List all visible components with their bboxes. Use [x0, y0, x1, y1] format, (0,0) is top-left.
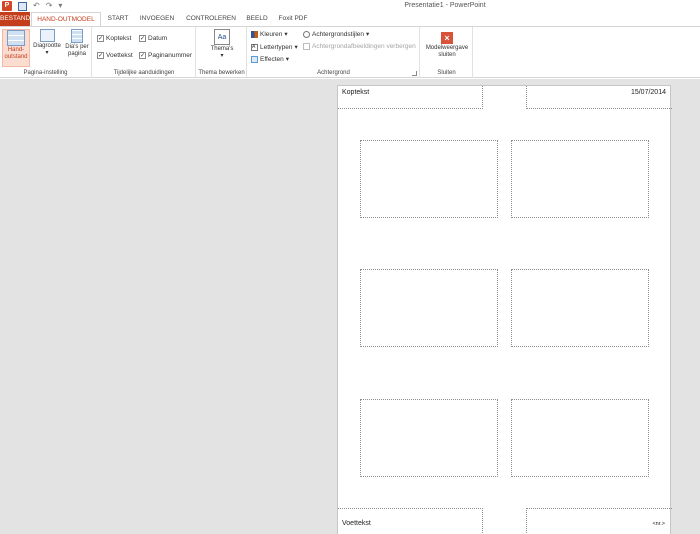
- group-placeholders: ✓ Koptekst ✓ Datum ✓ Voettekst ✓ Paginanumme…: [93, 27, 196, 78]
- handout-orientation-label: Hand- outstand: [4, 47, 28, 60]
- slide-size-button[interactable]: Diagrootte ▾: [32, 29, 62, 57]
- slide-placeholder-1[interactable]: [360, 140, 498, 218]
- colors-button[interactable]: Kleuren ▾: [251, 30, 288, 38]
- effects-label: Effecten: [260, 55, 284, 63]
- tab-review[interactable]: CONTROLEREN: [183, 12, 239, 26]
- close-icon: ×: [441, 32, 453, 44]
- slide-placeholder-6[interactable]: [511, 399, 649, 477]
- themes-button[interactable]: Aa Thema's ▾: [205, 29, 239, 60]
- ribbon-tabs: BESTAND HAND-OUTMODEL START INVOEGEN CON…: [0, 12, 700, 27]
- fonts-label: Lettertypen: [260, 43, 293, 51]
- checkbox-box: [303, 43, 310, 50]
- themes-label: Thema's: [210, 46, 234, 52]
- tab-file[interactable]: BESTAND: [0, 12, 30, 26]
- fonts-button[interactable]: A Lettertypen ▾: [251, 43, 298, 51]
- date-checkbox-label: Datum: [148, 35, 168, 42]
- group-label-placeholders: Tijdelijke aanduidingen: [113, 70, 175, 76]
- date-text: 15/07/2014: [630, 89, 666, 96]
- effects-button[interactable]: Effecten ▾: [251, 55, 289, 63]
- page-number-placeholder[interactable]: [526, 508, 672, 534]
- tab-view[interactable]: BEELD: [244, 12, 270, 26]
- background-styles-label: Achtergrondstijlen: [312, 30, 365, 38]
- handout-page[interactable]: Koptekst 15/07/2014 Voettekst <nr.>: [337, 85, 672, 534]
- handout-orientation-button[interactable]: Hand- outstand: [2, 29, 30, 67]
- checkmark-icon: ✓: [139, 35, 146, 42]
- slide-placeholder-4[interactable]: [511, 269, 649, 347]
- dropdown-arrow-icon: ▾: [294, 44, 298, 51]
- group-edit-theme: Aa Thema's ▾ Thema bewerken: [197, 27, 247, 78]
- group-background: Kleuren ▾ A Lettertypen ▾ Effecten ▾ Achterg…: [248, 27, 420, 78]
- colors-icon: [251, 30, 258, 38]
- close-master-view-button[interactable]: × Modelweergave sluiten: [423, 32, 471, 59]
- slides-per-page-button[interactable]: Dia's per pagina: [63, 29, 91, 58]
- header-checkbox[interactable]: ✓ Koptekst: [97, 35, 131, 42]
- page-number-checkbox[interactable]: ✓ Paginanummer: [139, 52, 192, 59]
- checkmark-icon: ✓: [97, 35, 104, 42]
- colors-label: Kleuren: [260, 30, 283, 38]
- checkmark-icon: ✓: [139, 52, 146, 59]
- slides-per-page-icon: [71, 29, 83, 43]
- slide-size-label: Diagrootte: [33, 43, 61, 49]
- close-master-view-label: Modelweergave sluiten: [425, 45, 469, 58]
- background-styles-button[interactable]: Achtergrondstijlen ▾: [303, 30, 369, 38]
- editing-area: Koptekst 15/07/2014 Voettekst <nr.>: [0, 79, 700, 534]
- slides-per-page-label: Dia's per pagina: [65, 44, 89, 57]
- ribbon: Hand- outstand Diagrootte ▾ Dia's per pa…: [0, 26, 700, 78]
- slide-size-arrow-icon: ▾: [45, 50, 49, 56]
- header-checkbox-label: Koptekst: [106, 35, 132, 42]
- handout-orientation-icon: [7, 30, 25, 46]
- fonts-icon: A: [251, 43, 258, 51]
- themes-arrow-icon: ▾: [220, 53, 224, 59]
- group-label-page-setup: Pagina-instelling: [23, 70, 68, 76]
- checkmark-icon: ✓: [97, 52, 104, 59]
- slide-size-icon: [39, 29, 55, 42]
- hide-background-graphics-label: Achtergrondafbeeldingen verbergen: [312, 43, 416, 50]
- window-title: Presentatie1 - PowerPoint: [0, 2, 700, 9]
- tab-insert[interactable]: INVOEGEN: [138, 12, 176, 26]
- slide-placeholder-5[interactable]: [360, 399, 498, 477]
- group-label-background: Achtergrond: [317, 70, 350, 76]
- slide-placeholder-2[interactable]: [511, 140, 649, 218]
- dropdown-arrow-icon: ▾: [285, 56, 289, 63]
- hide-background-graphics-checkbox[interactable]: Achtergrondafbeeldingen verbergen: [303, 43, 416, 50]
- footer-checkbox[interactable]: ✓ Voettekst: [97, 52, 133, 59]
- background-styles-icon: [303, 30, 310, 38]
- page-number-text: <nr.>: [652, 521, 665, 527]
- date-checkbox[interactable]: ✓ Datum: [139, 35, 167, 42]
- window-title-text: Presentatie1 - PowerPoint: [404, 2, 486, 9]
- page-number-checkbox-label: Paginanummer: [148, 52, 193, 59]
- dropdown-arrow-icon: ▾: [366, 31, 370, 38]
- slide-placeholder-3[interactable]: [360, 269, 498, 347]
- themes-icon: Aa: [214, 29, 230, 45]
- effects-icon: [251, 55, 258, 63]
- group-label-edit-theme: Thema bewerken: [198, 70, 245, 76]
- dropdown-arrow-icon: ▾: [284, 31, 288, 38]
- header-text: Koptekst: [342, 89, 370, 96]
- group-label-close: Sluiten: [437, 70, 456, 76]
- group-close: × Modelweergave sluiten Sluiten: [421, 27, 473, 78]
- group-page-setup: Hand- outstand Diagrootte ▾ Dia's per pa…: [0, 27, 92, 78]
- tab-foxit-pdf[interactable]: Foxit PDF: [276, 12, 310, 26]
- tab-start[interactable]: START: [104, 12, 132, 26]
- footer-text: Voettekst: [342, 520, 371, 527]
- tab-handout-master[interactable]: HAND-OUTMODEL: [31, 12, 101, 27]
- title-bar: P ↶ ↷ ▾ Presentatie1 - PowerPoint: [0, 0, 700, 12]
- footer-checkbox-label: Voettekst: [106, 52, 133, 59]
